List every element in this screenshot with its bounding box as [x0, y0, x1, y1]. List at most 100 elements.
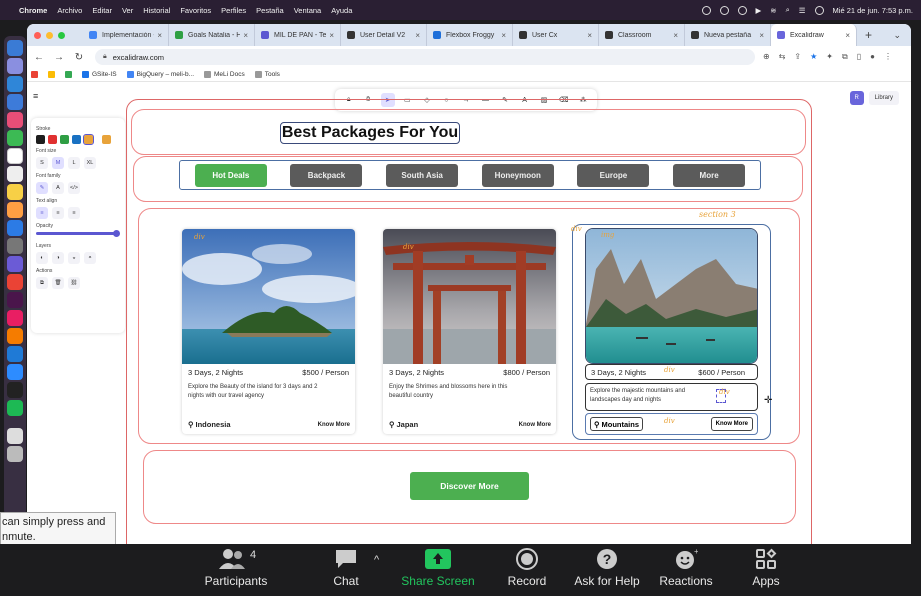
tab-user-cx[interactable]: User Cx × — [513, 24, 599, 46]
minimize-window-icon[interactable] — [46, 31, 53, 39]
opacity-slider[interactable] — [36, 230, 120, 237]
tab-excalidraw[interactable]: Excalidraw × — [771, 24, 857, 46]
safari-icon[interactable] — [7, 76, 23, 92]
new-tab-button[interactable]: + — [865, 28, 872, 42]
lock-icon[interactable]: 🔒︎ — [103, 53, 107, 61]
bring-forward-icon[interactable]: ◒ — [68, 252, 80, 264]
share-icon[interactable]: ⇪ — [794, 52, 801, 62]
zoom-window-icon[interactable] — [58, 31, 65, 39]
control-center-icon[interactable]: ☰ — [799, 6, 806, 15]
tab-nueva-pestana[interactable]: Nueva pestaña × — [685, 24, 771, 46]
reactions-button[interactable]: + Reactions — [646, 544, 726, 588]
send-backward-icon[interactable]: ◑ — [52, 252, 64, 264]
bookmark-gsite[interactable]: GSite-IS — [82, 71, 117, 78]
trash-icon[interactable] — [7, 446, 23, 462]
spotify-icon[interactable] — [7, 400, 23, 416]
address-bar[interactable]: 🔒︎ excalidraw.com — [95, 49, 755, 65]
stroke-green-swatch[interactable] — [60, 135, 69, 144]
package-card-japan[interactable]: div 3 Days, 2 Nights $800 / Person Enjoy… — [383, 229, 556, 434]
chat-options-chevron-icon[interactable]: ^ — [374, 554, 379, 566]
menu-ver[interactable]: Ver — [122, 6, 133, 15]
font-size-l[interactable]: L — [68, 157, 80, 169]
participants-button[interactable]: 4 Participants — [196, 544, 276, 588]
category-nav[interactable]: Hot Deals Backpack South Asia Honeymoon … — [179, 160, 761, 190]
hand-drawn-font-icon[interactable]: ✎ — [36, 182, 48, 194]
card-location[interactable]: ⚲ Mountains — [590, 417, 643, 431]
terminal-icon[interactable] — [7, 382, 23, 398]
postman-icon[interactable] — [7, 328, 23, 344]
know-more-button[interactable]: Know More — [519, 422, 551, 428]
close-tab-icon[interactable]: × — [243, 31, 248, 40]
vscode-icon[interactable] — [7, 346, 23, 362]
code-font-icon[interactable]: </> — [68, 182, 80, 194]
font-size-xl[interactable]: XL — [84, 157, 96, 169]
contacts-icon[interactable] — [7, 166, 23, 182]
tab-goals[interactable]: Goals Natalia - H × — [169, 24, 255, 46]
menu-perfiles[interactable]: Perfiles — [221, 6, 246, 15]
menu-ventana[interactable]: Ventana — [294, 6, 322, 15]
nav-honeymoon[interactable]: Honeymoon — [481, 163, 554, 187]
know-more-button[interactable]: Know More — [318, 422, 350, 428]
mountain-photo[interactable] — [585, 228, 758, 364]
sidepanel-icon[interactable]: ▯ — [857, 52, 861, 62]
nav-backpack[interactable]: Backpack — [290, 163, 363, 187]
focus-icon[interactable] — [719, 5, 729, 15]
know-more-button[interactable]: Know More — [710, 417, 753, 431]
ask-for-help-button[interactable]: ? Ask for Help — [567, 544, 647, 588]
figma-icon[interactable] — [7, 310, 23, 326]
tab-search-icon[interactable]: ⌄ — [893, 30, 901, 41]
tab-classroom[interactable]: Classroom × — [599, 24, 685, 46]
translate-icon[interactable]: ⇆ — [779, 52, 786, 62]
link-icon[interactable]: ⛓︎ — [68, 277, 80, 289]
chat-button[interactable]: Chat — [306, 544, 386, 588]
reload-icon[interactable]: ↻ — [71, 52, 87, 63]
settings-icon[interactable] — [7, 238, 23, 254]
back-icon[interactable]: ← — [31, 52, 47, 63]
close-window-icon[interactable] — [34, 31, 41, 39]
zoom-status-icon[interactable] — [701, 5, 711, 15]
apps-button[interactable]: Apps — [726, 544, 806, 588]
send-to-back-icon[interactable]: ◐ — [36, 252, 48, 264]
bookmark-tools[interactable]: Tools — [254, 71, 280, 78]
nav-hot-deals[interactable]: Hot Deals — [194, 163, 267, 187]
photos-bookmark-icon[interactable] — [48, 71, 55, 78]
current-stroke-swatch[interactable] — [102, 135, 111, 144]
font-size-s[interactable]: S — [36, 157, 48, 169]
document-icon[interactable] — [7, 428, 23, 444]
menu-ayuda[interactable]: Ayuda — [331, 6, 352, 15]
siri-icon[interactable] — [814, 5, 824, 15]
bookmark-star-icon[interactable]: ★ — [810, 52, 817, 62]
launchpad-icon[interactable] — [7, 58, 23, 74]
normal-font-icon[interactable]: A — [52, 182, 64, 194]
stroke-black-swatch[interactable] — [36, 135, 45, 144]
close-tab-icon[interactable]: × — [329, 31, 334, 40]
menu-favoritos[interactable]: Favoritos — [180, 6, 211, 15]
font-size-m[interactable]: M — [52, 157, 64, 169]
photos-icon[interactable] — [7, 112, 23, 128]
mail-icon[interactable] — [7, 94, 23, 110]
discover-more-button[interactable]: Discover More — [410, 472, 529, 500]
package-card-indonesia[interactable]: div 3 Days, 2 Nights $500 / Person Explo… — [182, 229, 355, 434]
user-icon[interactable] — [737, 5, 747, 15]
forward-icon[interactable]: → — [51, 52, 67, 63]
slack-icon[interactable] — [7, 292, 23, 308]
align-left-icon[interactable]: ≡ — [36, 207, 48, 219]
install-icon[interactable]: ⊕ — [763, 52, 770, 62]
appstore-icon[interactable] — [7, 220, 23, 236]
bring-to-front-icon[interactable]: ◓ — [84, 252, 96, 264]
tab-flexbox-froggy[interactable]: Flexbox Froggy × — [427, 24, 513, 46]
app-icon[interactable] — [7, 256, 23, 272]
title-section-frame[interactable] — [131, 109, 806, 155]
align-right-icon[interactable]: ≡ — [68, 207, 80, 219]
menu-historial[interactable]: Historial — [143, 6, 170, 15]
close-tab-icon[interactable]: × — [673, 31, 678, 40]
excalidraw-canvas[interactable]: ≡ Stroke Font size S M L XL Font family … — [27, 82, 911, 544]
play-icon[interactable]: ▶ — [756, 6, 762, 15]
zoom-icon[interactable] — [7, 364, 23, 380]
collab-avatar[interactable]: R — [849, 91, 864, 105]
menu-archivo[interactable]: Archivo — [57, 6, 82, 15]
extension-icon[interactable]: ✦ — [826, 52, 833, 62]
bookmark-bigquery[interactable]: BigQuery – meli-b... — [126, 71, 194, 78]
nav-more[interactable]: More — [673, 163, 746, 187]
notes-icon[interactable] — [7, 184, 23, 200]
